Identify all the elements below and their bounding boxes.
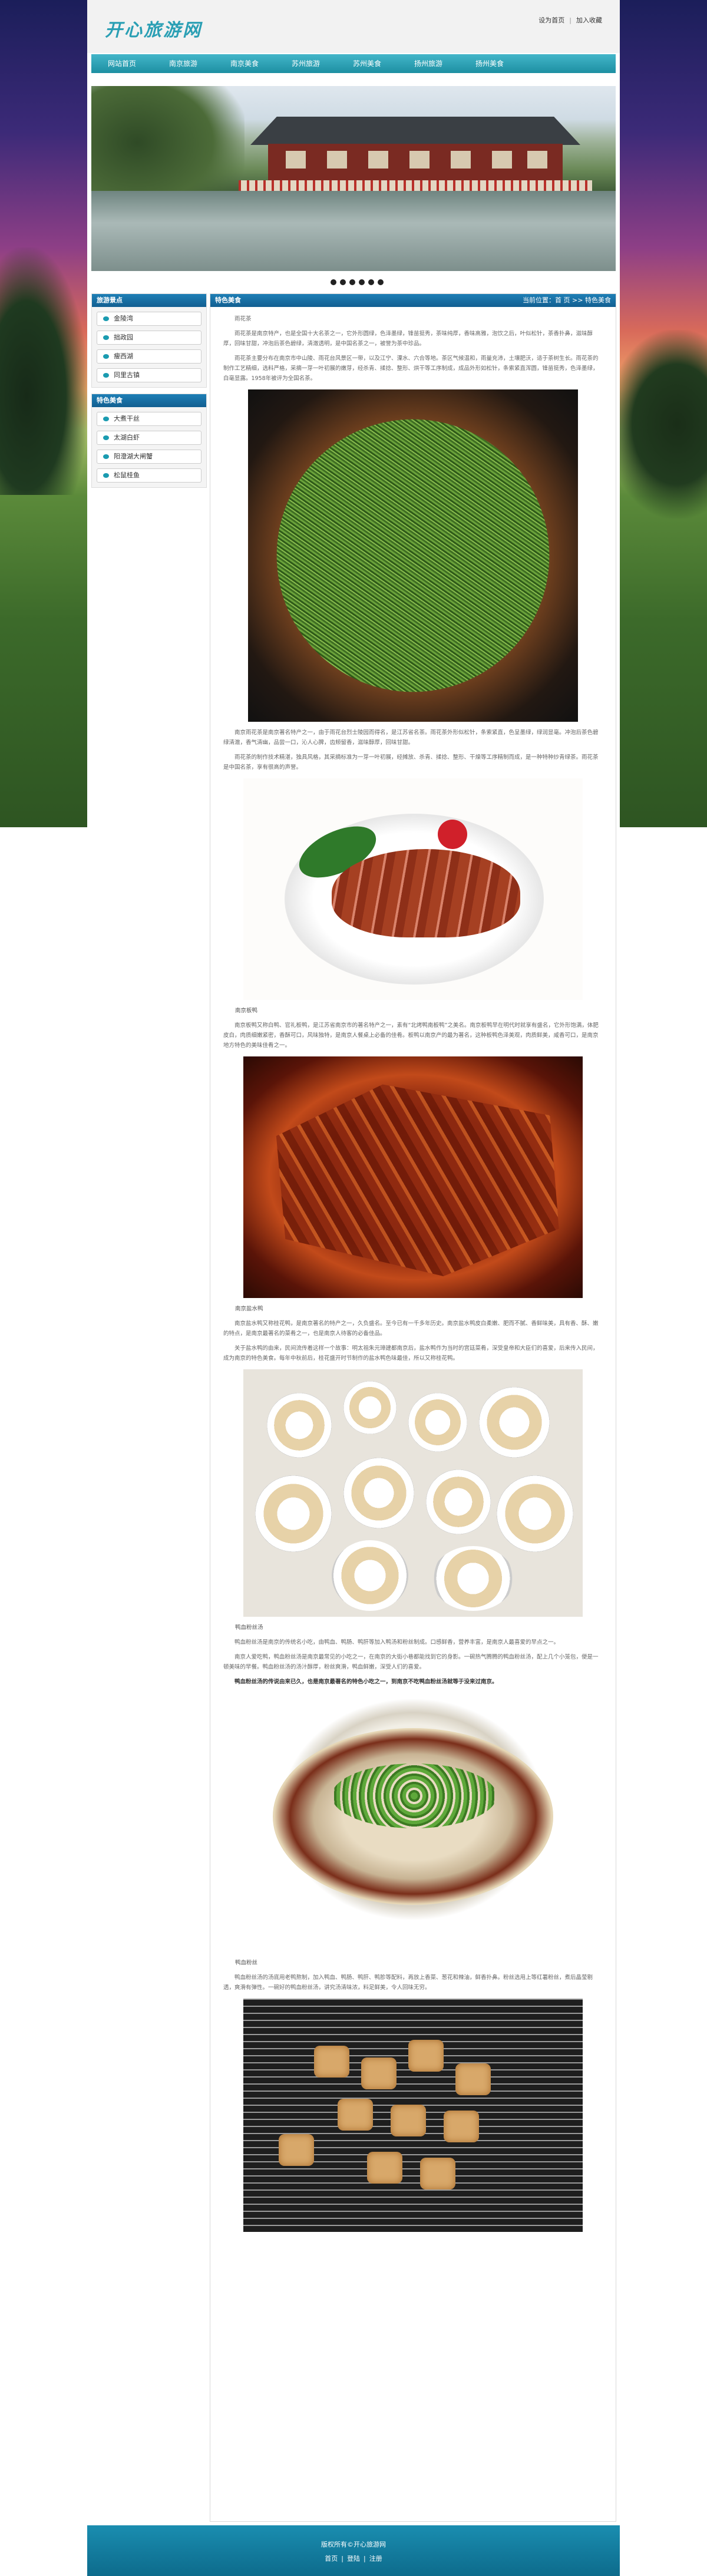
snack-table-photo	[243, 1369, 583, 1617]
banner-water	[91, 191, 616, 271]
page-container: 开心旅游网 设为首页 | 加入收藏 网站首页 南京旅游 南京美食 苏州旅游 苏州美食…	[87, 0, 620, 2576]
main-content: 特色美食 当前位置：首 页 >> 特色美食 雨花茶 雨花茶是南京特产，也是全国十…	[210, 293, 616, 2522]
footer-link-home[interactable]: 首页	[325, 2555, 338, 2562]
paragraph: 雨花茶主要分布在南京市中山陵、雨花台风景区一带，以及江宁、溧水、六合等地。茶区气…	[223, 355, 599, 382]
bullet-icon	[103, 373, 109, 378]
paragraph: 南京板鸭又称白鸭、官礼板鸭，是江苏省南京市的著名特产之一，素有“北烤鸭南板鸭”之…	[223, 1022, 599, 1049]
paragraph: 南京雨花茶是南京著名特产之一，由于雨花台烈士陵园而得名，是江苏省名茶。雨花茶外形…	[223, 729, 599, 746]
nav-item-suzhou-travel[interactable]: 苏州旅游	[275, 54, 336, 73]
sidebar-item[interactable]: 太湖白虾	[97, 431, 201, 445]
bullet-icon	[103, 473, 109, 478]
footer-link-login[interactable]: 登陆	[347, 2555, 360, 2562]
sidebar-item[interactable]: 同里古镇	[97, 368, 201, 382]
nav-item-nanjing-food[interactable]: 南京美食	[214, 54, 275, 73]
slide-dot[interactable]	[349, 279, 355, 285]
photo-caption: 南京盐水鸭	[235, 1306, 263, 1312]
bullet-icon	[103, 417, 109, 421]
sidebar-box-scenic: 旅游景点 金陵湾 拙政园 瘦西湖 同里古镇	[91, 293, 207, 388]
slide-dot[interactable]	[378, 279, 384, 285]
main-nav: 网站首页 南京旅游 南京美食 苏州旅游 苏州美食 扬州旅游 扬州美食	[91, 54, 616, 73]
footer-link-register[interactable]: 注册	[369, 2555, 382, 2562]
bullet-icon	[103, 435, 109, 440]
set-homepage-link[interactable]: 设为首页	[538, 16, 564, 24]
braised-duck-photo	[243, 1056, 583, 1298]
nav-item-home[interactable]: 网站首页	[91, 54, 153, 73]
sidebar: 旅游景点 金陵湾 拙政园 瘦西湖 同里古镇 特色美食 大煮干丝 太湖白虾 阳澄湖…	[91, 293, 207, 494]
banner-slideshow[interactable]	[91, 86, 616, 271]
nav-item-yangzhou-travel[interactable]: 扬州旅游	[398, 54, 459, 73]
banner-railing	[239, 180, 592, 191]
site-header: 开心旅游网 设为首页 | 加入收藏	[87, 0, 620, 53]
sidebar-item[interactable]: 金陵湾	[97, 312, 201, 326]
paragraph: 南京盐水鸭又称桂花鸭，是南京著名的特产之一，久负盛名。至今已有一千多年历史。南京…	[223, 1320, 599, 1337]
sidebar-item[interactable]: 阳澄湖大闸蟹	[97, 450, 201, 464]
slide-dot[interactable]	[359, 279, 365, 285]
paragraph-emphasis: 鸭血粉丝汤的传说由来已久，也是南京最著名的特色小吃之一，到南京不吃鸭血粉丝汤就等…	[234, 1679, 498, 1685]
add-favorite-link[interactable]: 加入收藏	[576, 16, 602, 24]
footer-links: 首页 | 登陆 | 注册	[325, 2555, 382, 2562]
sidebar-item[interactable]: 大煮干丝	[97, 412, 201, 426]
banner-pavilion-roof	[250, 117, 580, 145]
content-title: 特色美食	[215, 296, 241, 304]
sidebar-item[interactable]: 松鼠桂鱼	[97, 468, 201, 483]
sidebar-title-scenic: 旅游景点	[92, 294, 206, 307]
breadcrumb[interactable]: 当前位置：首 页 >> 特色美食	[523, 294, 611, 307]
slide-dot[interactable]	[331, 279, 336, 285]
site-logo[interactable]: 开心旅游网	[105, 15, 202, 41]
nav-item-yangzhou-food[interactable]: 扬州美食	[459, 54, 520, 73]
tea-photo	[248, 389, 578, 722]
duck-blood-soup-photo	[243, 1693, 583, 1952]
top-links: 设为首页 | 加入收藏	[538, 16, 602, 24]
paragraph: 关于盐水鸭的由来，民间流传着这样一个故事：明太祖朱元璋建都南京后，盐水鸭作为当时…	[223, 1345, 599, 1362]
sidebar-box-food: 特色美食 大煮干丝 太湖白虾 阳澄湖大闸蟹 松鼠桂鱼	[91, 394, 207, 488]
article: 雨花茶 雨花茶是南京特产，也是全国十大名茶之一，它外形圆绿，色泽墨绿，锋苗挺秀，…	[210, 307, 616, 2245]
nav-item-suzhou-food[interactable]: 苏州美食	[336, 54, 398, 73]
bullet-icon	[103, 316, 109, 321]
nav-item-nanjing-travel[interactable]: 南京旅游	[153, 54, 214, 73]
site-footer: 版权所有©开心旅游网 首页 | 登陆 | 注册	[87, 2525, 620, 2576]
bullet-icon	[103, 335, 109, 340]
photo-caption: 鸭血粉丝	[235, 1960, 258, 1966]
banner-pavilion-hall	[268, 144, 563, 180]
photo-caption: 南京板鸭	[235, 1008, 258, 1014]
sidebar-item[interactable]: 拙政园	[97, 331, 201, 345]
sidebar-item[interactable]: 瘦西湖	[97, 349, 201, 364]
copyright-text: 版权所有©开心旅游网	[321, 2541, 386, 2548]
sidebar-title-food: 特色美食	[92, 394, 206, 407]
paragraph: 雨花茶	[234, 316, 252, 322]
content-header: 特色美食 当前位置：首 页 >> 特色美食	[210, 294, 616, 307]
paragraph: 雨花茶的制作技术精湛，独具风格，其采摘标准为一芽一叶初展，经摊放、杀青、揉捻、整…	[223, 754, 599, 771]
slideshow-dots	[331, 279, 384, 285]
paragraph: 南京人爱吃鸭，鸭血粉丝汤是南京最常见的小吃之一，在南京的大街小巷都能找到它的身影…	[223, 1654, 599, 1670]
bullet-icon	[103, 354, 109, 359]
slide-dot[interactable]	[368, 279, 374, 285]
background-tree-right	[607, 330, 707, 518]
salted-duck-photo	[243, 778, 583, 1000]
slide-dot[interactable]	[340, 279, 346, 285]
paragraph: 鸭血粉丝汤是南京的传统名小吃，由鸭血、鸭肠、鸭肝等加入鸭汤和粉丝制成。口感鲜香，…	[234, 1639, 560, 1646]
fried-tofu-photo	[243, 1999, 583, 2232]
background-tree-left	[0, 247, 88, 495]
paragraph: 雨花茶是南京特产，也是全国十大名茶之一，它外形圆绿，色泽墨绿，锋苗挺秀，茶味纯厚…	[223, 331, 593, 347]
paragraph: 鸭血粉丝汤的汤底用老鸭熬制，加入鸭血、鸭肠、鸭肝、鸭胗等配料，再放上香菜、葱花和…	[223, 1974, 593, 1991]
photo-caption: 鸭血粉丝汤	[235, 1624, 263, 1631]
bullet-icon	[103, 454, 109, 459]
